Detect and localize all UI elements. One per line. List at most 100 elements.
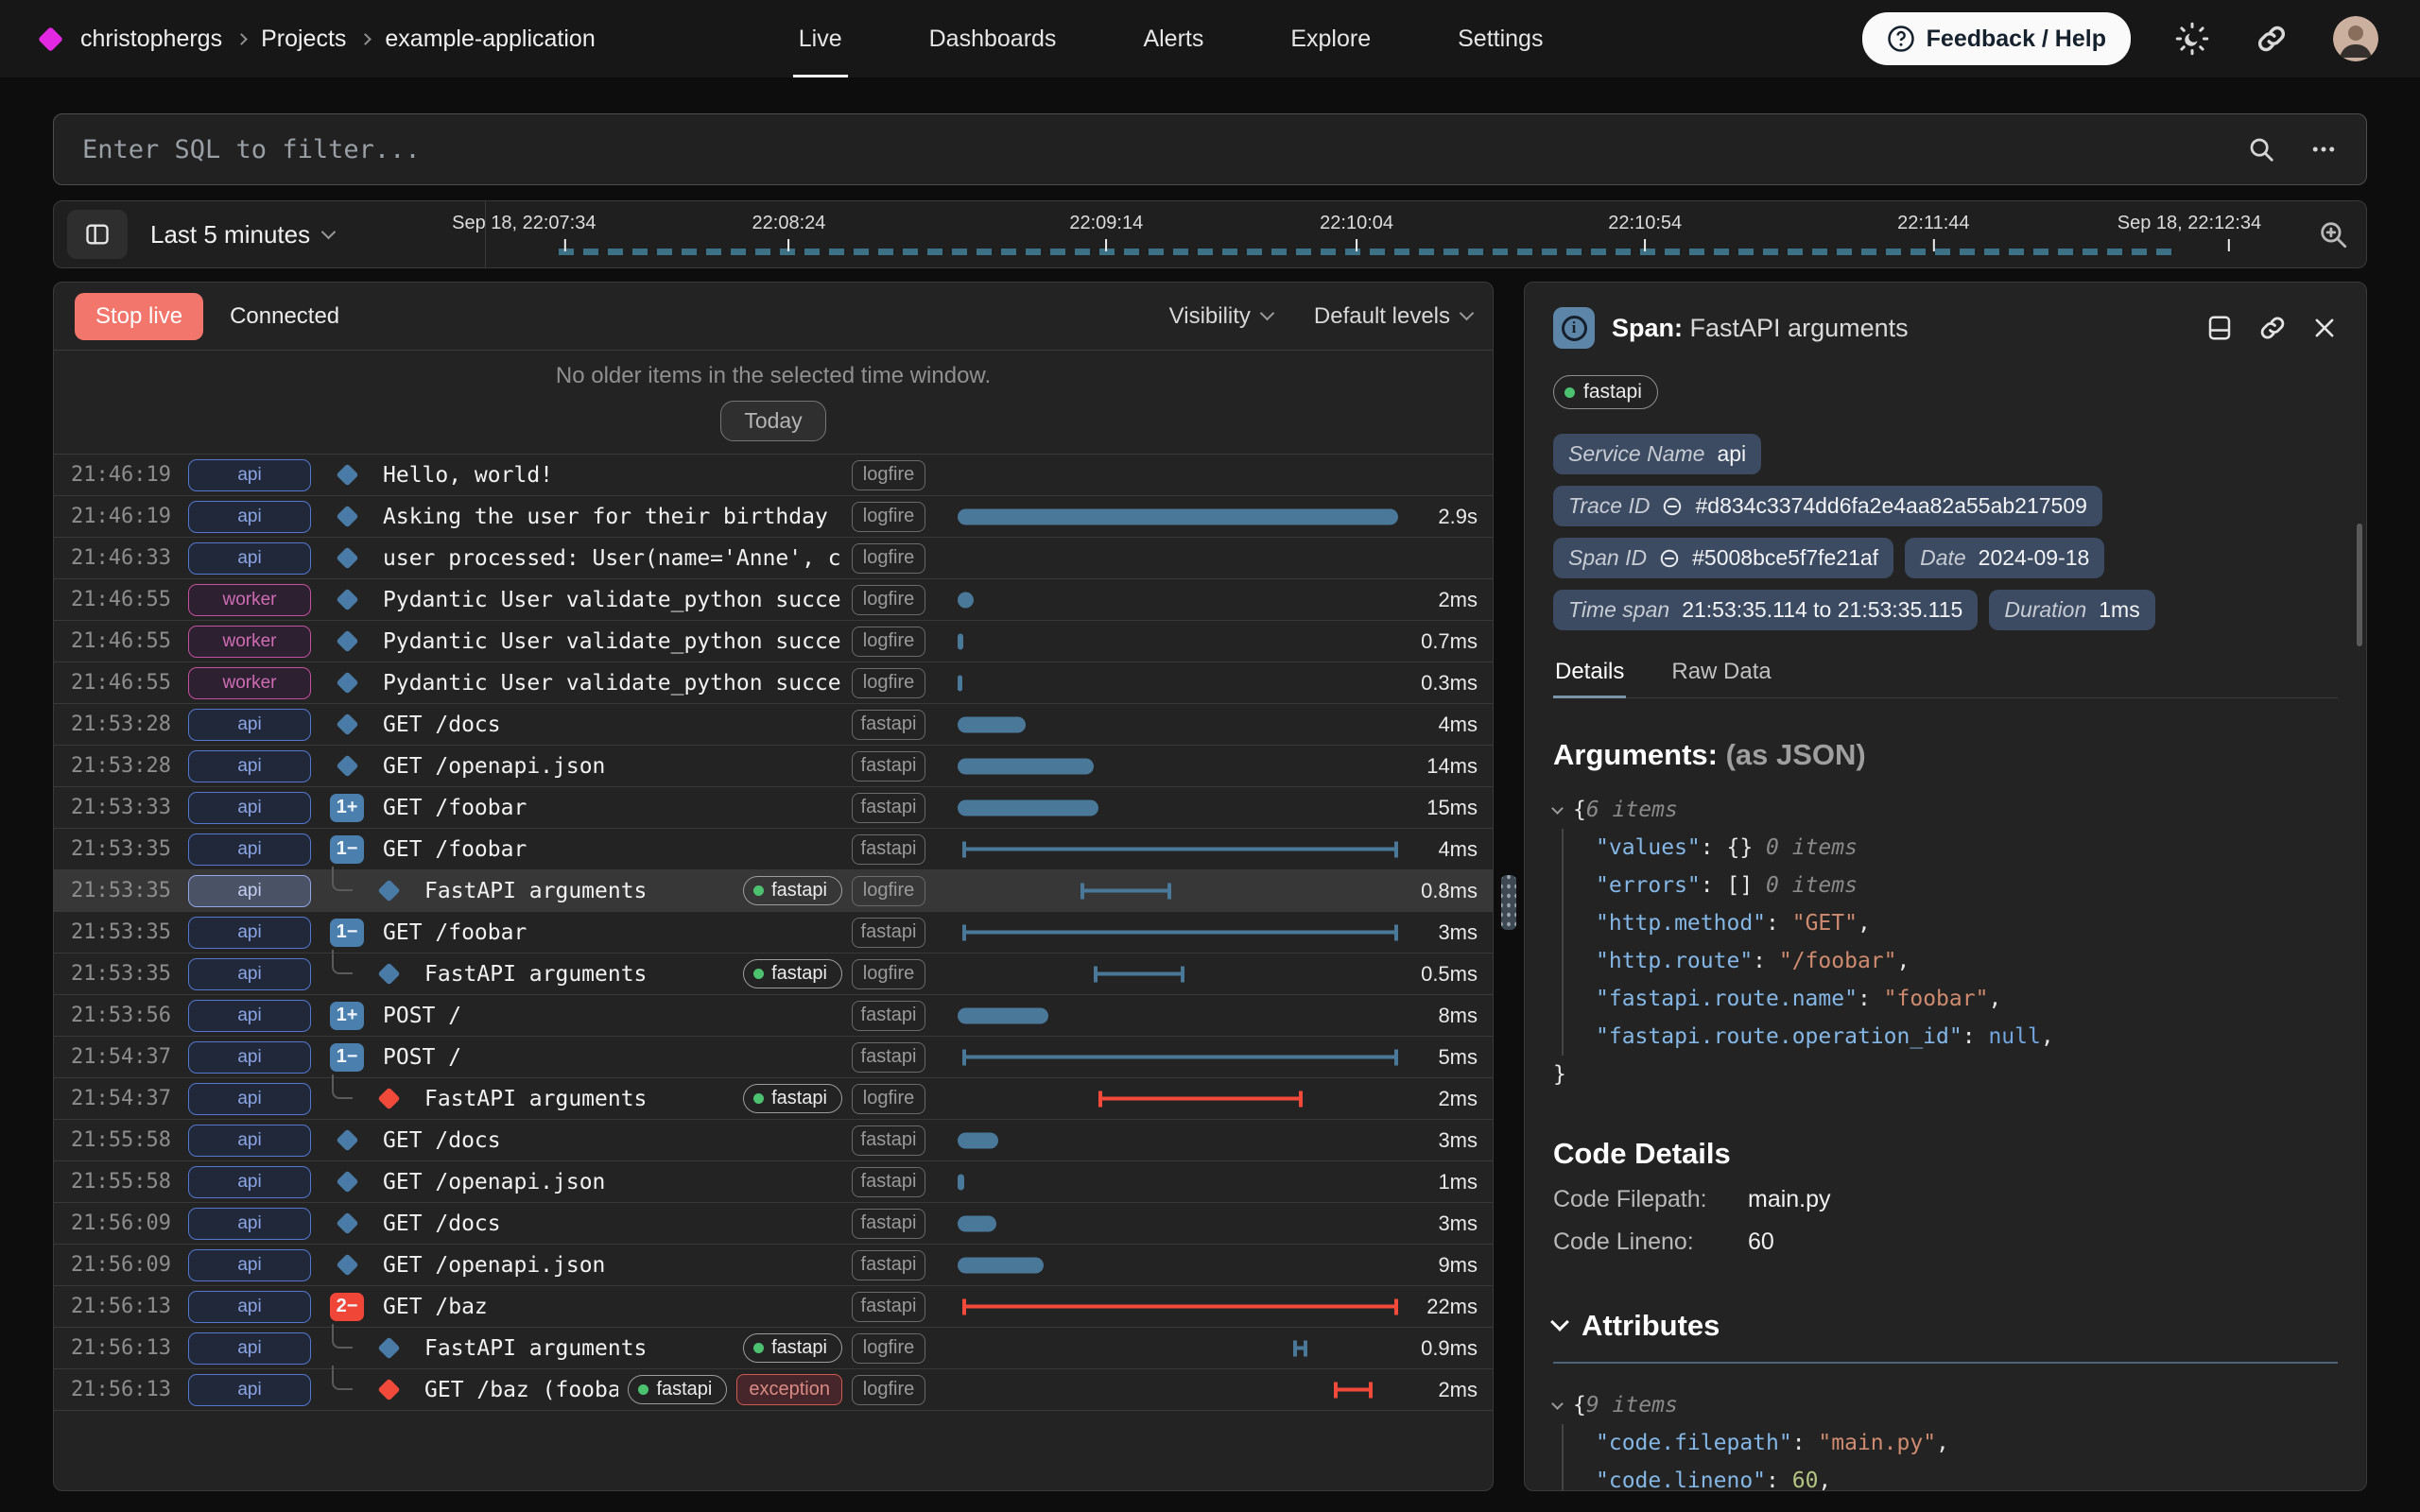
span-row[interactable]: 21:53:28apiGET /docsfastapi4ms <box>54 704 1493 746</box>
instrumentation-chip: fastapi <box>852 1042 925 1073</box>
today-button[interactable]: Today <box>720 401 825 441</box>
panel-splitter <box>1494 282 1524 1491</box>
span-row[interactable]: 21:55:58apiGET /openapi.jsonfastapi1ms <box>54 1161 1493 1203</box>
scrollbar-thumb[interactable] <box>2357 524 2362 646</box>
stop-live-button[interactable]: Stop live <box>75 293 203 340</box>
span-diamond-icon <box>336 713 358 735</box>
user-avatar[interactable] <box>2333 16 2378 61</box>
json-open-line[interactable]: { 6 items <box>1553 791 2338 829</box>
span-row[interactable]: 21:46:19apiAsking the user for their bir… <box>54 496 1493 538</box>
duration-label: 2ms <box>1411 1087 1493 1111</box>
span-row[interactable]: 21:56:13apiGET /baz (foobar)fastapiexcep… <box>54 1369 1493 1411</box>
span-diamond-icon <box>336 588 358 610</box>
span-row[interactable]: 21:46:55workerPydantic User validate_pyt… <box>54 621 1493 662</box>
toggle-children-badge[interactable]: 1+ <box>330 794 364 822</box>
span-row[interactable]: 21:46:33apiuser processed: User(name='An… <box>54 538 1493 579</box>
sidebar-toggle-button[interactable] <box>67 210 128 259</box>
dock-panel-icon[interactable] <box>2205 314 2234 342</box>
detail-tab-raw-data[interactable]: Raw Data <box>1669 659 1772 697</box>
span-message: Pydantic User validate_python succee <box>383 671 842 696</box>
span-row[interactable]: 21:53:35apiFastAPI argumentsfastapilogfi… <box>54 870 1493 912</box>
span-row[interactable]: 21:55:58apiGET /docsfastapi3ms <box>54 1120 1493 1161</box>
span-row[interactable]: 21:56:13api2−GET /bazfastapi22ms <box>54 1286 1493 1328</box>
copy-link-icon[interactable] <box>2258 314 2287 342</box>
json-line: "fastapi.route.operation_id": null, <box>1596 1018 2338 1056</box>
span-row[interactable]: 21:53:33api1+GET /foobarfastapi15ms <box>54 787 1493 829</box>
span-row[interactable]: 21:53:35api1−GET /foobarfastapi3ms <box>54 912 1493 954</box>
tab-live[interactable]: Live <box>799 0 842 77</box>
instrumentation-chip: fastapi <box>852 793 925 823</box>
tab-alerts[interactable]: Alerts <box>1143 0 1203 77</box>
duration-bar <box>958 1215 996 1231</box>
breadcrumb-org[interactable]: christophergs <box>80 26 222 53</box>
row-timestamp: 21:46:19 <box>71 463 188 487</box>
close-icon[interactable] <box>2311 315 2338 341</box>
toggle-children-badge[interactable]: 2− <box>330 1293 364 1321</box>
tree-connector <box>332 1074 353 1099</box>
row-timestamp: 21:46:19 <box>71 505 188 528</box>
tick-label: 22:11:44 <box>1897 213 1969 234</box>
span-row[interactable]: 21:53:35apiFastAPI argumentsfastapilogfi… <box>54 954 1493 995</box>
theme-toggle-icon[interactable] <box>2174 21 2210 57</box>
splitter-drag-handle[interactable] <box>1501 875 1516 930</box>
tab-dashboards[interactable]: Dashboards <box>929 0 1057 77</box>
toggle-children-badge[interactable]: 1− <box>330 919 364 947</box>
span-row[interactable]: 21:46:55workerPydantic User validate_pyt… <box>54 579 1493 621</box>
toggle-children-badge[interactable]: 1− <box>330 1043 364 1072</box>
span-row[interactable]: 21:56:09apiGET /openapi.jsonfastapi9ms <box>54 1245 1493 1286</box>
row-timestamp: 21:53:35 <box>71 837 188 861</box>
breadcrumb-projects[interactable]: Projects <box>261 26 346 53</box>
link-icon[interactable] <box>1662 496 1683 517</box>
tab-settings[interactable]: Settings <box>1458 0 1543 77</box>
span-row[interactable]: 21:46:55workerPydantic User validate_pyt… <box>54 662 1493 704</box>
span-message: GET /docs <box>383 1211 842 1236</box>
scope-pill-inline: fastapi <box>743 876 842 905</box>
sql-filter-input[interactable]: Enter SQL to filter... <box>82 135 2247 164</box>
duration-label: 0.3ms <box>1411 671 1493 696</box>
toggle-children-badge[interactable]: 1+ <box>330 1002 364 1030</box>
detail-tab-details[interactable]: Details <box>1553 659 1626 697</box>
row-timestamp: 21:46:55 <box>71 588 188 611</box>
more-options-icon[interactable] <box>2309 135 2338 163</box>
code-detail-row: Code Filepath:main.py <box>1553 1186 2338 1213</box>
time-range-dropdown[interactable]: Last 5 minutes <box>150 220 334 249</box>
share-link-icon[interactable] <box>2254 21 2290 57</box>
duration-bar <box>958 592 974 608</box>
meta-chip-date: Date2024-09-18 <box>1905 538 2104 578</box>
tab-explore[interactable]: Explore <box>1290 0 1371 77</box>
feedback-help-button[interactable]: Feedback / Help <box>1862 12 2131 65</box>
search-icon[interactable] <box>2247 135 2275 163</box>
duration-bar-track <box>958 1203 1411 1244</box>
link-icon[interactable] <box>1659 548 1680 569</box>
span-message: GET /openapi.json <box>383 1253 842 1278</box>
span-row[interactable]: 21:46:19apiHello, world!logfire <box>54 455 1493 496</box>
timeline-track[interactable]: Sep 18, 22:07:3422:08:2422:09:1422:10:04… <box>486 201 2300 267</box>
row-timestamp: 21:53:28 <box>71 713 188 736</box>
row-timestamp: 21:53:33 <box>71 796 188 819</box>
span-row[interactable]: 21:53:56api1+POST /fastapi8ms <box>54 995 1493 1037</box>
toggle-children-badge[interactable]: 1− <box>330 835 364 864</box>
span-row[interactable]: 21:56:13apiFastAPI argumentsfastapilogfi… <box>54 1328 1493 1369</box>
green-dot-icon <box>638 1384 648 1395</box>
span-row[interactable]: 21:54:37api1−POST /fastapi5ms <box>54 1037 1493 1078</box>
green-dot-icon <box>1564 387 1575 398</box>
duration-bar-track <box>958 704 1411 745</box>
duration-label: 5ms <box>1411 1045 1493 1070</box>
breadcrumb-project[interactable]: example-application <box>385 26 595 53</box>
zoom-in-icon[interactable] <box>2300 201 2366 267</box>
json-line: "http.route": "/foobar", <box>1596 942 2338 980</box>
span-row[interactable]: 21:53:28apiGET /openapi.jsonfastapi14ms <box>54 746 1493 787</box>
span-detail-title: Span: FastAPI arguments <box>1612 314 1909 343</box>
logfire-logo-icon[interactable] <box>38 26 63 52</box>
json-open-line[interactable]: { 9 items <box>1553 1386 2338 1424</box>
sql-filter-bar[interactable]: Enter SQL to filter... <box>53 113 2367 185</box>
visibility-dropdown[interactable]: Visibility <box>1169 303 1272 330</box>
default-levels-dropdown[interactable]: Default levels <box>1314 303 1472 330</box>
duration-bar-track <box>958 870 1411 911</box>
attributes-section-header[interactable]: Attributes <box>1553 1309 2338 1343</box>
tree-indent <box>311 1369 353 1410</box>
span-row[interactable]: 21:53:35api1−GET /foobarfastapi4ms <box>54 829 1493 870</box>
meta-chip-span-id: Span ID#5008bce5f7fe21af <box>1553 538 1893 578</box>
span-row[interactable]: 21:54:37apiFastAPI argumentsfastapilogfi… <box>54 1078 1493 1120</box>
span-row[interactable]: 21:56:09apiGET /docsfastapi3ms <box>54 1203 1493 1245</box>
